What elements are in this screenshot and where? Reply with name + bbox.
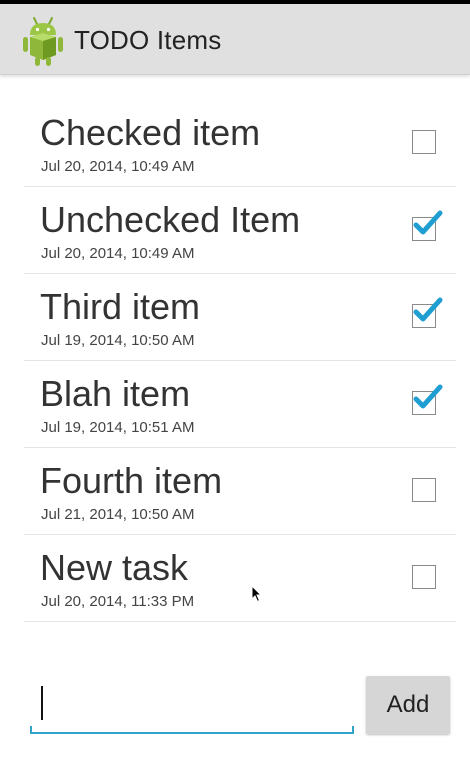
checkmark-icon [413, 297, 443, 322]
todo-item-title: Blah item [40, 373, 191, 414]
app-title: TODO Items [74, 25, 222, 55]
todo-item-date: Jul 19, 2014, 10:50 AM [41, 332, 195, 349]
text-caret [41, 686, 43, 720]
todo-item[interactable]: Third item Jul 19, 2014, 10:50 AM [24, 274, 456, 361]
android-robot-icon [23, 17, 63, 66]
todo-item-checkbox[interactable] [412, 384, 443, 415]
todo-item-date: Jul 19, 2014, 10:51 AM [41, 419, 195, 436]
action-bar: TODO Items [0, 4, 470, 75]
todo-item-checkbox[interactable] [412, 130, 436, 154]
todo-item-title: Checked item [40, 112, 261, 153]
checkmark-icon [413, 210, 443, 235]
todo-item[interactable]: New task Jul 20, 2014, 11:33 PM [24, 535, 456, 622]
new-item-field-container [30, 678, 354, 734]
todo-item-checkbox[interactable] [412, 565, 436, 589]
todo-item-title: New task [40, 547, 189, 588]
input-underline-edge-right [352, 726, 354, 734]
input-underline [30, 732, 354, 734]
add-button[interactable]: Add [366, 676, 450, 734]
todo-item[interactable]: Blah item Jul 19, 2014, 10:51 AM [24, 361, 456, 448]
new-item-input[interactable] [30, 678, 354, 732]
todo-item-checkbox[interactable] [412, 210, 443, 241]
checkmark-icon [413, 384, 443, 409]
todo-item-date: Jul 20, 2014, 11:33 PM [41, 593, 195, 610]
todo-item[interactable]: Checked item Jul 20, 2014, 10:49 AM [24, 100, 456, 187]
todo-item-date: Jul 20, 2014, 10:49 AM [41, 245, 195, 262]
app-window: TODO Items Checked item Jul 20, 2014, 10… [0, 0, 470, 762]
todo-item[interactable]: Fourth item Jul 21, 2014, 10:50 AM [24, 448, 456, 535]
todo-item-title: Unchecked Item [40, 199, 301, 240]
todo-item-title: Fourth item [40, 460, 223, 501]
todo-item-date: Jul 21, 2014, 10:50 AM [41, 506, 195, 523]
input-underline-edge-left [30, 726, 32, 734]
todo-list: Checked item Jul 20, 2014, 10:49 AM Unch… [24, 100, 456, 622]
todo-item-checkbox[interactable] [412, 297, 443, 328]
todo-item-title: Third item [40, 286, 201, 327]
mouse-pointer-icon [251, 585, 263, 603]
todo-item[interactable]: Unchecked Item Jul 20, 2014, 10:49 AM [24, 187, 456, 274]
todo-item-date: Jul 20, 2014, 10:49 AM [41, 158, 195, 175]
todo-item-checkbox[interactable] [412, 478, 436, 502]
